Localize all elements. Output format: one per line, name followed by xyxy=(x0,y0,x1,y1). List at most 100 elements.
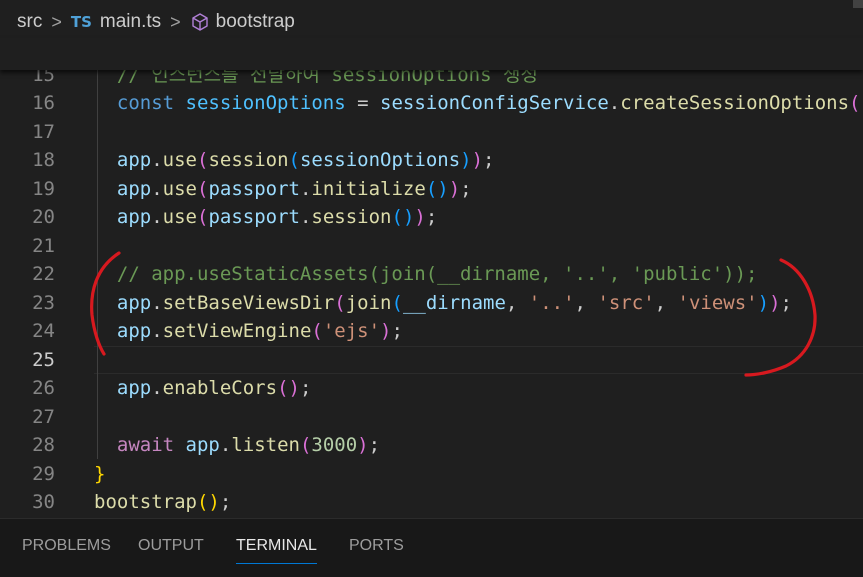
code-token: app xyxy=(116,206,152,228)
line-number: 18 xyxy=(32,149,55,171)
code-token: } xyxy=(94,462,106,485)
line-number: 22 xyxy=(32,263,55,285)
cube-icon xyxy=(190,12,210,32)
code-token: . xyxy=(219,434,232,456)
breadcrumb-folder[interactable]: src xyxy=(17,11,42,33)
code-line[interactable]: 16 const sessionOptions = sessionConfigS… xyxy=(0,89,863,117)
sticky-line: 9 async function bootstrap() { xyxy=(0,40,863,68)
code-token: ) xyxy=(380,320,392,342)
tab-problems[interactable]: PROBLEMS xyxy=(22,537,111,555)
code-line[interactable]: 24 app.setViewEngine('ejs'); xyxy=(0,317,863,345)
code-text: app.setViewEngine('ejs'); xyxy=(94,317,403,345)
code-line[interactable]: 17 xyxy=(0,118,863,146)
code-editor[interactable]: 9 async function bootstrap() { 15 // 인스턴… xyxy=(0,38,863,518)
line-number: 25 xyxy=(32,348,55,371)
code-token: use xyxy=(162,177,197,200)
code-line[interactable]: 23 app.setBaseViewsDir(join(__dirname, '… xyxy=(0,289,863,317)
code-line[interactable]: 21 xyxy=(0,232,863,260)
line-number: 21 xyxy=(32,234,55,257)
code-token: ) xyxy=(357,434,369,456)
line-number: 19 xyxy=(32,177,55,200)
code-token: . xyxy=(151,206,163,228)
code-text: app.setBaseViewsDir(join(__dirname, '..'… xyxy=(94,289,792,317)
code-token: passport xyxy=(208,206,300,228)
code-token: session xyxy=(311,206,392,228)
line-number: 23 xyxy=(32,291,55,314)
code-token: listen xyxy=(231,434,300,456)
code-line[interactable]: 26 app.enableCors(); xyxy=(0,374,863,402)
code-token: ; xyxy=(368,434,381,456)
code-token: ( xyxy=(197,177,209,200)
code-token: ; xyxy=(391,320,403,342)
code-token: app xyxy=(116,377,152,399)
code-token: . xyxy=(608,92,621,114)
code-text: app.use(passport.initialize()); xyxy=(94,175,472,203)
code-token: app xyxy=(116,291,152,314)
code-token: ) xyxy=(757,291,770,314)
line-number: 24 xyxy=(32,320,55,342)
line-number: 16 xyxy=(32,92,55,114)
code-token: use xyxy=(162,149,197,171)
breadcrumb-folder-label: src xyxy=(17,11,43,32)
code-token: app xyxy=(116,149,152,171)
scrollbar-thumb[interactable] xyxy=(853,0,863,8)
code-text: // app.useStaticAssets(join(__dirname, '… xyxy=(94,260,758,288)
code-line[interactable]: 18 app.use(session(sessionOptions)); xyxy=(0,146,863,174)
code-token: ( xyxy=(849,92,861,114)
code-token: ; xyxy=(299,377,312,399)
typescript-file-icon: TS xyxy=(70,13,92,31)
code-token: app xyxy=(116,320,152,342)
sticky-scroll-header[interactable]: 9 async function bootstrap() { xyxy=(0,38,863,70)
code-token: , xyxy=(654,291,678,314)
code-line[interactable]: 25 xyxy=(0,346,863,374)
tab-terminal[interactable]: TERMINAL xyxy=(236,537,317,564)
code-line[interactable]: 30 bootstrap(); xyxy=(0,488,863,516)
code-token: '..' xyxy=(528,291,575,314)
code-token: , xyxy=(505,291,529,314)
code-token: ( xyxy=(311,320,323,342)
code-token: sessionConfigService xyxy=(380,92,609,114)
code-token: session xyxy=(208,149,289,171)
line-number: 27 xyxy=(32,405,55,428)
line-number: 29 xyxy=(32,462,55,485)
code-line[interactable]: 27 xyxy=(0,403,863,431)
code-token: () xyxy=(196,491,220,513)
line-number: 30 xyxy=(32,491,55,513)
code-token: () xyxy=(391,206,415,228)
tab-output[interactable]: OUTPUT xyxy=(138,537,204,555)
code-token: 3000 xyxy=(311,434,358,456)
code-token: = xyxy=(345,92,381,114)
code-token: createSessionOptions xyxy=(620,92,850,114)
code-token: () xyxy=(425,177,449,200)
code-token: passport xyxy=(208,177,300,200)
code-token: // app.useStaticAssets(join(__dirname, '… xyxy=(116,263,758,285)
code-line[interactable]: 29} xyxy=(0,460,863,488)
line-number: 28 xyxy=(32,434,55,456)
code-token: ) xyxy=(460,149,472,171)
code-token: . xyxy=(151,149,163,171)
code-line[interactable]: 19 app.use(passport.initialize()); xyxy=(0,175,863,203)
code-token: ; xyxy=(483,149,495,171)
code-token: ( xyxy=(299,434,312,456)
code-line[interactable]: 22 // app.useStaticAssets(join(__dirname… xyxy=(0,260,863,288)
code-text: const sessionOptions = sessionConfigServ… xyxy=(94,89,861,117)
code-token: __dirname xyxy=(402,291,506,314)
code-text: } xyxy=(94,460,105,488)
line-number: 20 xyxy=(32,206,55,228)
code-token: ( xyxy=(288,149,300,171)
tab-ports[interactable]: PORTS xyxy=(349,537,404,555)
chevron-right-icon: > xyxy=(170,11,181,32)
breadcrumb-file[interactable]: TS main.ts xyxy=(71,11,161,33)
code-token: . xyxy=(151,320,163,342)
code-text: bootstrap(); xyxy=(94,488,231,516)
code-line[interactable]: 28 await app.listen(3000); xyxy=(0,431,863,459)
code-token: app xyxy=(116,177,152,200)
code-token: 'views' xyxy=(677,291,758,314)
breadcrumb-symbol[interactable]: bootstrap xyxy=(190,11,295,33)
code-token: join xyxy=(345,291,392,314)
code-token: enableCors xyxy=(162,377,278,399)
line-number: 17 xyxy=(32,120,55,143)
code-line[interactable]: 20 app.use(passport.session()); xyxy=(0,203,863,231)
indent-guide xyxy=(97,70,98,459)
code-token: const xyxy=(116,92,186,114)
